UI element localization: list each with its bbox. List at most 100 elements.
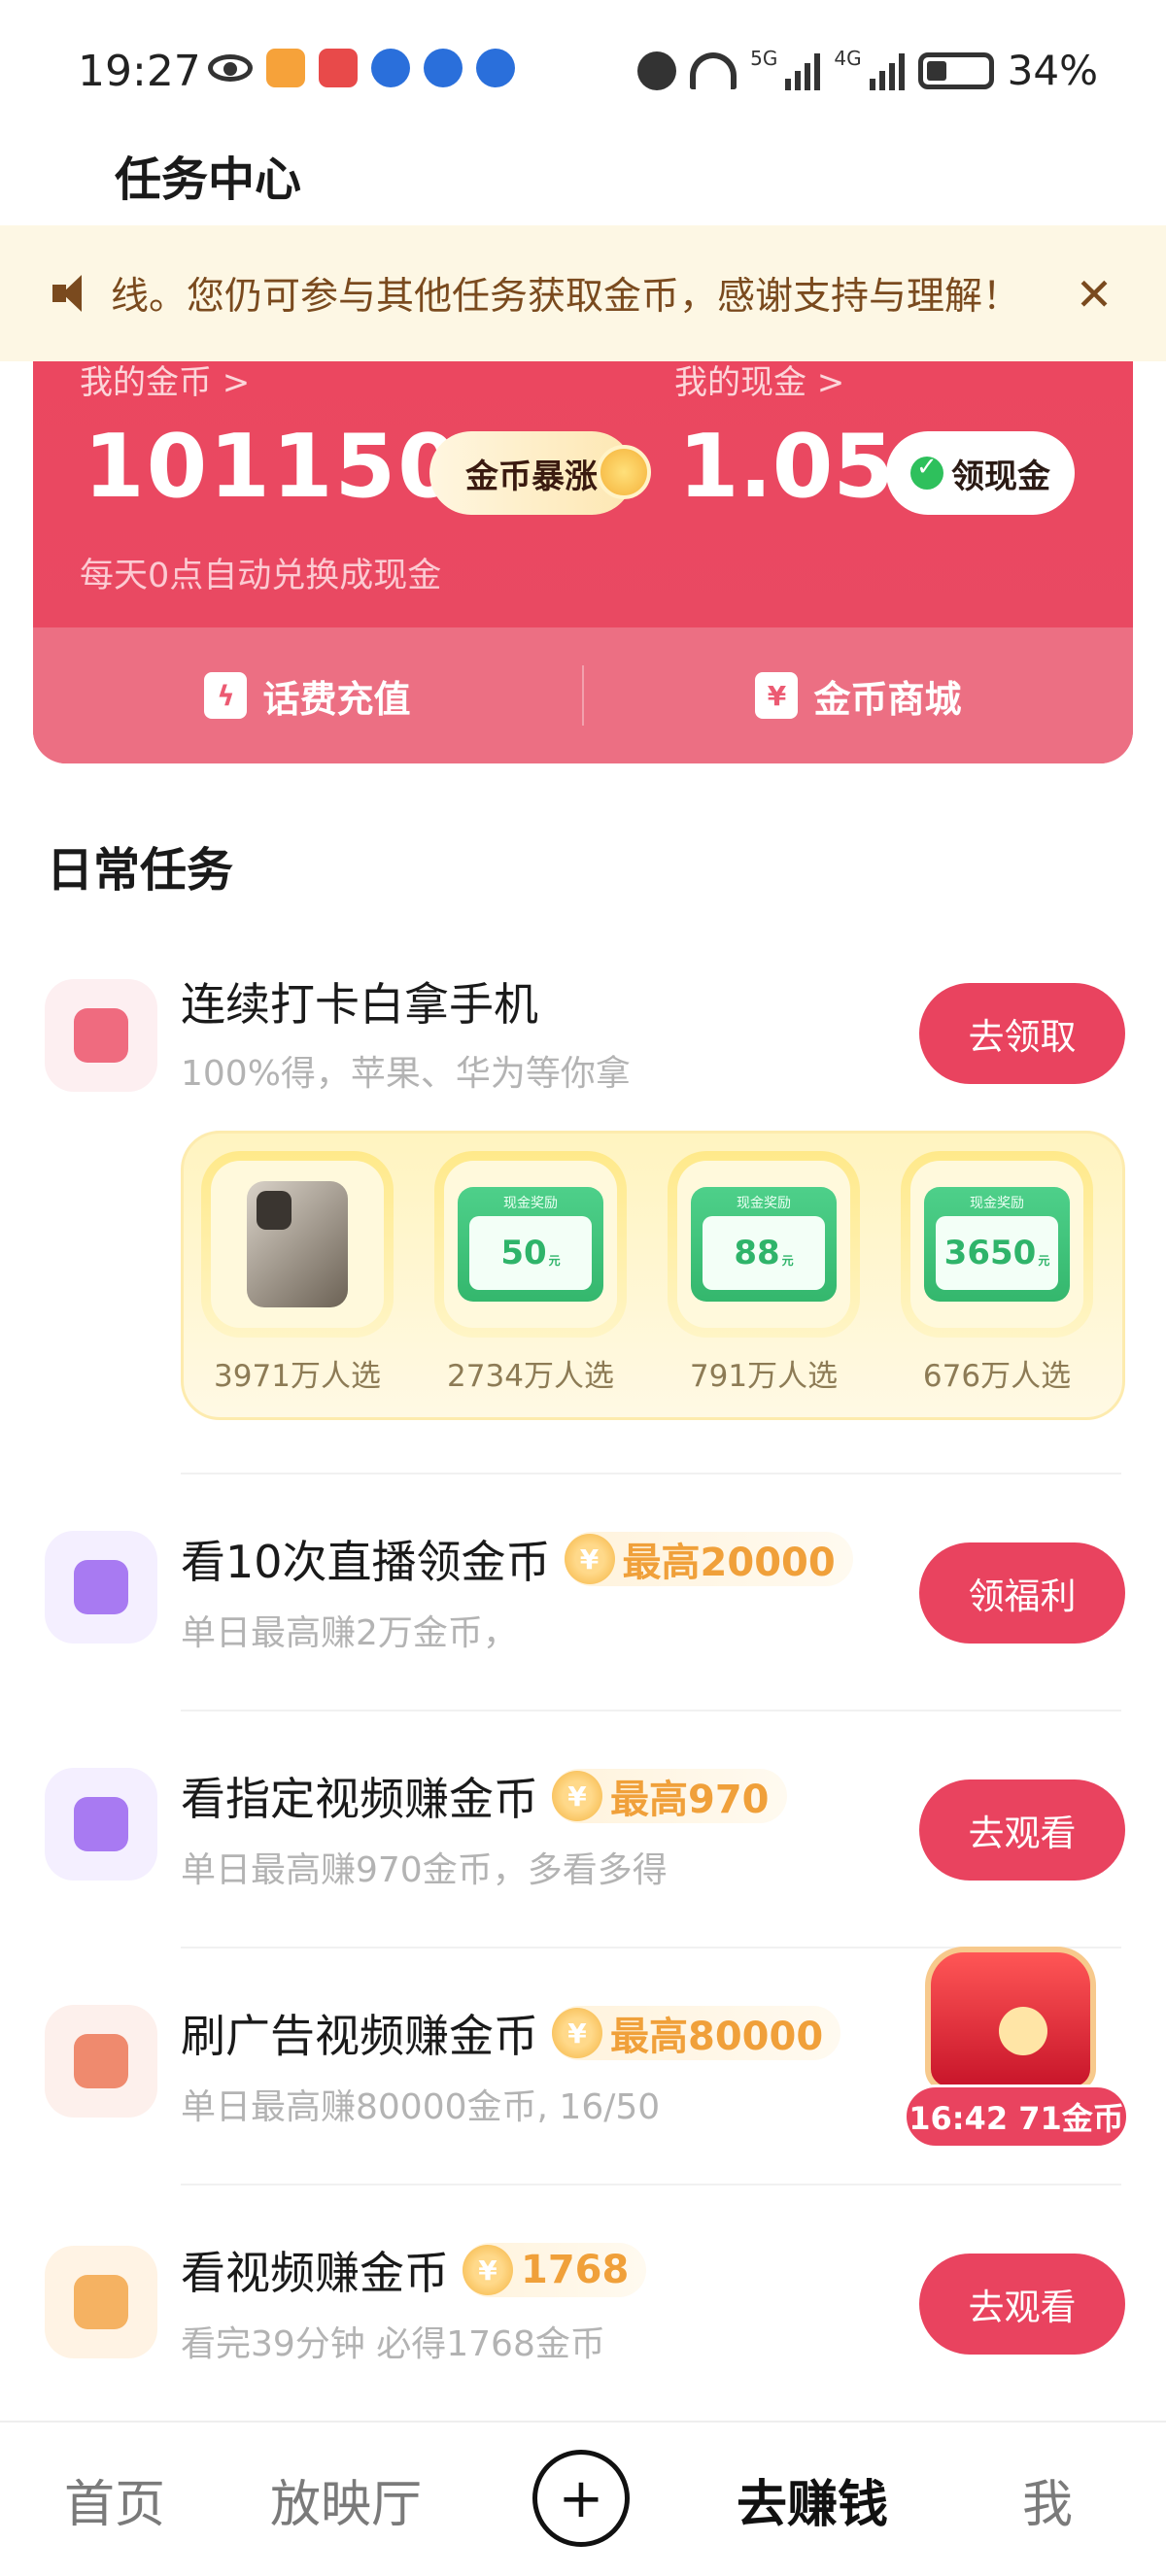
task-title-text: 看指定视频赚金币 [181,1773,538,1825]
claim-cash-button[interactable]: 领现金 [886,431,1075,515]
battery-percent: 34% [1007,47,1098,94]
cash-balance: 1.05 [678,416,895,518]
cash-reward-label: 现金奖励 [503,1196,558,1211]
cash-unit: 元 [1038,1253,1050,1268]
task-title: 看10次直播领金币 ¥ 最高20000 [181,1527,853,1591]
treasure-timer: 16:42 71金币 [904,2085,1129,2149]
task-subtitle: 看完39分钟 必得1768金币 [181,2324,605,2364]
signal-icon [785,51,821,90]
app-notification-icon [371,49,410,87]
app-notification-icon [266,49,305,87]
signal-icon [869,51,905,90]
battery-icon [917,51,994,89]
video-icon [45,2005,157,2118]
cash-amount: 88 [734,1234,780,1272]
recharge-label: 话费充值 [262,677,411,721]
alarm-icon [637,51,677,90]
gift-icon [45,979,157,1092]
prize-phone[interactable] [201,1151,394,1338]
bottom-nav: 首页 放映厅 + 去赚钱 我 [0,2421,1166,2576]
app-notification-icon [424,49,463,87]
cash-reward-card: 现金奖励 88 元 [691,1187,837,1302]
speaker-icon [52,275,93,312]
wallet-summary: 我的金币 > 我的现金 > 101150 金币暴涨 1.05 领现金 每天0点自… [33,361,1133,627]
task-title-text: 看10次直播领金币 [181,1536,551,1588]
cash-reward-card: 现金奖励 3650 元 [924,1187,1070,1302]
treasure-chest-icon [925,1947,1096,2092]
app-notification-icon [319,49,358,87]
cash-reward-card: 现金奖励 50 元 [458,1187,603,1302]
reward-text: 最高20000 [622,1541,836,1585]
system-icons: 5G 4G 34% [637,47,1098,94]
coin-boost-label: 金币暴涨 [465,457,598,496]
notice-text: 线。您仍可参与其他任务获取金币，感谢支持与理解！ [111,275,1021,319]
divider [181,2184,1121,2186]
nav-home[interactable]: 首页 [64,2463,165,2536]
reward-badge: ¥ 最高20000 [564,1532,853,1586]
task-subtitle: 单日最高赚970金币，多看多得 [181,1850,668,1890]
task-title: 看指定视频赚金币 ¥ 最高970 [181,1764,787,1828]
watch-button[interactable]: 去观看 [919,2254,1125,2355]
claim-cash-label: 领现金 [951,457,1050,496]
my-coins-link[interactable]: 我的金币 > [80,361,250,403]
status-time: 19:27 [78,47,201,96]
claim-benefit-button[interactable]: 领福利 [919,1542,1125,1644]
task-subtitle: 单日最高赚2万金币， [181,1613,518,1653]
play-icon [45,1768,157,1881]
task-title-text: 连续打卡白拿手机 [181,978,538,1031]
network-4g-label: 4G [834,47,862,70]
nav-earn[interactable]: 去赚钱 [737,2463,888,2536]
wechat-icon [910,453,943,490]
cash-reward-label: 现金奖励 [737,1196,791,1211]
app-notification-icon [476,49,515,87]
recharge-button[interactable]: ϟ 话费充值 [33,627,582,763]
wallet-actions: ϟ 话费充值 ¥ 金币商城 [33,627,1133,763]
task-subtitle: 单日最高赚80000金币, 16/50 [181,2087,661,2127]
wifi-icon [690,51,737,89]
reward-badge: ¥1768 [463,2243,647,2297]
prize-count: 2734万人选 [447,1359,614,1394]
prize-cash-88[interactable]: 现金奖励 88 元 [668,1151,860,1338]
divider [181,1473,1121,1474]
coin-icon: ¥ [552,1771,602,1821]
reward-text: 最高970 [610,1778,770,1822]
phone-image [247,1181,348,1307]
prize-count: 791万人选 [689,1359,839,1394]
prize-cash-50[interactable]: 现金奖励 50 元 [434,1151,627,1338]
treasure-chest-widget[interactable]: 16:42 71金币 [904,1947,1129,2151]
exchange-note: 每天0点自动兑换成现金 [80,557,442,595]
claim-button[interactable]: 去领取 [919,983,1125,1084]
cash-unit: 元 [548,1253,561,1268]
cash-amount: 3650 [943,1234,1037,1272]
wallet-card: 我的金币 > 我的现金 > 101150 金币暴涨 1.05 领现金 每天0点自… [33,361,1133,763]
cash-reward-label: 现金奖励 [970,1196,1024,1211]
camera-icon [45,1531,157,1644]
prize-count: 676万人选 [922,1359,1072,1394]
notification-icons [208,49,515,87]
my-cash-link[interactable]: 我的现金 > [674,361,844,403]
nav-cinema[interactable]: 放映厅 [270,2463,422,2536]
coin-balance: 101150 [84,416,461,518]
mall-icon: ¥ [755,672,799,719]
reward-text: 最高80000 [610,2015,824,2059]
divider [181,1710,1121,1712]
task-title: 刷广告视频赚金币 ¥ 最高80000 [181,2001,841,2065]
plus-icon[interactable]: + [532,2450,630,2547]
status-bar: 19:27 5G 4G 34% [0,0,1166,146]
reward-badge: ¥ 最高970 [552,1769,787,1823]
reward-text: 1768 [521,2248,630,2292]
close-icon[interactable]: ✕ [1069,268,1119,321]
coin-mall-button[interactable]: ¥ 金币商城 [584,627,1133,763]
coin-burst-icon [597,445,651,499]
watch-button[interactable]: 去观看 [919,1779,1125,1881]
prize-cash-3650[interactable]: 现金奖励 3650 元 [901,1151,1093,1338]
nav-me[interactable]: 我 [1022,2463,1073,2536]
coin-icon: ¥ [564,1534,615,1584]
eye-icon [208,54,253,82]
task-title-text: 看视频赚金币 [181,2247,449,2299]
task-title: 看视频赚金币 ¥1768 [181,2238,647,2302]
coin-mall-label: 金币商城 [813,677,962,721]
task-subtitle: 100%得，苹果、华为等你拿 [181,1054,631,1094]
reward-badge: ¥ 最高80000 [552,2006,841,2060]
cash-unit: 元 [781,1253,794,1268]
